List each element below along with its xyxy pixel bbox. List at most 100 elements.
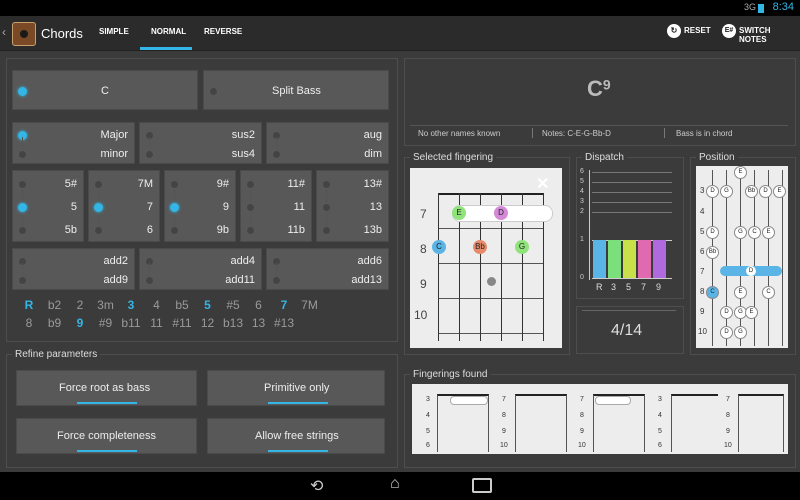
aug-group[interactable]: aug dim: [266, 122, 389, 164]
interval-row-2: 8 b9 9 #9 b11 11 #11 12 b13 13 #13: [18, 316, 295, 330]
selected-fingering-title: Selected fingering: [410, 152, 497, 163]
up-chevron-icon[interactable]: ‹: [2, 25, 6, 39]
fingering-thumb[interactable]: 7 8 9 10: [718, 384, 788, 454]
home-icon[interactable]: ⌂: [390, 475, 400, 493]
interval-sharp5: #5: [226, 298, 240, 312]
fingering-thumb[interactable]: 3 4 5 6: [412, 384, 492, 454]
fretboard[interactable]: [410, 168, 562, 348]
force-completeness-indicator: [77, 450, 137, 452]
close-icon[interactable]: ✕: [536, 174, 549, 194]
radio-13flat[interactable]: [322, 226, 331, 235]
reset-icon[interactable]: ↻: [667, 24, 681, 38]
aug-label: aug: [363, 129, 382, 141]
note-dot-E[interactable]: E: [452, 206, 466, 220]
radio-root[interactable]: [18, 87, 27, 96]
note-dot-G[interactable]: G: [515, 240, 529, 254]
pos-fret-number: 3: [700, 186, 705, 195]
radio-9flat[interactable]: [170, 226, 179, 235]
thirteenth-group[interactable]: 13# 13 13b: [316, 170, 389, 242]
add-group-4-11[interactable]: add4 add11: [139, 248, 262, 290]
sus-group[interactable]: sus2 sus4: [139, 122, 262, 164]
bass-text: Bass is in chord: [676, 129, 733, 138]
battery-icon: [758, 4, 764, 13]
tab-reverse[interactable]: REVERSE: [204, 27, 242, 36]
pos-note-E: E: [734, 286, 747, 299]
radio-13sharp[interactable]: [322, 180, 331, 189]
radio-7[interactable]: [94, 203, 103, 212]
radio-6[interactable]: [94, 226, 103, 235]
radio-9sharp[interactable]: [170, 180, 179, 189]
note-dot-D[interactable]: D: [494, 206, 508, 220]
fingering-thumb[interactable]: 7 8 9 10: [490, 384, 570, 454]
radio-sus4[interactable]: [145, 150, 154, 159]
note-dot-C[interactable]: C: [432, 240, 446, 254]
app-logo-icon[interactable]: [12, 22, 36, 46]
radio-add13[interactable]: [272, 276, 281, 285]
force-root-button[interactable]: Force root as bass: [16, 370, 197, 406]
reset-button[interactable]: RESET: [684, 26, 711, 35]
split-bass-button[interactable]: Split Bass: [203, 70, 389, 110]
gridline: [592, 172, 672, 173]
radio-minor[interactable]: [18, 150, 27, 159]
radio-11sharp[interactable]: [246, 180, 255, 189]
chord-extension: 9: [602, 76, 611, 93]
free-strings-indicator: [268, 450, 328, 452]
force-completeness-label: Force completeness: [57, 430, 157, 442]
pos-note-C: C: [706, 286, 719, 299]
force-completeness-button[interactable]: Force completeness: [16, 418, 197, 454]
dispatch-bar-3: [608, 240, 621, 278]
add-group-2-9[interactable]: add2 add9: [12, 248, 135, 290]
radio-add11[interactable]: [145, 276, 154, 285]
radio-dim[interactable]: [272, 150, 281, 159]
third-group[interactable]: Major minor: [12, 122, 135, 164]
y-axis: [589, 170, 590, 280]
radio-7M[interactable]: [94, 180, 103, 189]
radio-9[interactable]: [170, 203, 179, 212]
note-dot-Bb[interactable]: Bb: [473, 240, 487, 254]
fret-line: [438, 298, 544, 299]
pos-note-G: G: [734, 226, 747, 239]
pos-note-D: D: [720, 326, 733, 339]
radio-add9[interactable]: [18, 276, 27, 285]
dispatch-title: Dispatch: [582, 152, 627, 163]
fret-number: 7: [420, 207, 427, 221]
radio-split-bass[interactable]: [209, 87, 218, 96]
recents-icon[interactable]: [472, 478, 492, 493]
9flat-label: 9b: [216, 224, 229, 236]
dispatch-bar-R: [593, 240, 606, 278]
pos-note-D: D: [759, 185, 772, 198]
thumb-fret: 6: [658, 442, 662, 449]
y-tick-6: 6: [580, 168, 584, 175]
free-strings-button[interactable]: Allow free strings: [207, 418, 385, 454]
radio-5flat[interactable]: [18, 226, 27, 235]
radio-13[interactable]: [322, 203, 331, 212]
interval-b9: b9: [47, 316, 62, 330]
back-icon[interactable]: ⟲: [310, 476, 323, 496]
add-group-6-13[interactable]: add6 add13: [266, 248, 389, 290]
seventh-group[interactable]: 7M 7 6: [88, 170, 160, 242]
radio-11flat[interactable]: [246, 226, 255, 235]
root-button[interactable]: C: [12, 70, 198, 110]
switch-notes-icon[interactable]: E#: [722, 24, 736, 38]
switch-notes-button[interactable]: SWITCH NOTES: [739, 26, 800, 44]
notes-text: Notes: C-E-G-Bb-D: [542, 129, 611, 138]
add2-label: add2: [103, 255, 128, 267]
eleventh-group[interactable]: 11# 11 11b: [240, 170, 312, 242]
primitive-only-button[interactable]: Primitive only: [207, 370, 385, 406]
interval-11: 11: [150, 316, 163, 330]
5sharp-label: 5#: [64, 178, 77, 190]
radio-11[interactable]: [246, 203, 255, 212]
thumb-barre: [595, 396, 631, 405]
pos-fret-number: 10: [698, 327, 707, 336]
pos-note-Bb: Bb: [745, 185, 758, 198]
radio-5[interactable]: [18, 203, 27, 212]
info-separator: [664, 128, 665, 138]
fingering-thumb[interactable]: 7 8 9 10: [568, 384, 648, 454]
tab-simple[interactable]: SIMPLE: [99, 27, 129, 36]
fifth-group[interactable]: 5# 5 5b: [12, 170, 84, 242]
fingering-thumb[interactable]: 3 4 5 6: [646, 384, 726, 454]
radio-5sharp[interactable]: [18, 180, 27, 189]
pos-fret-number: 8: [700, 287, 705, 296]
tab-normal[interactable]: NORMAL: [151, 27, 186, 36]
ninth-group[interactable]: 9# 9 9b: [164, 170, 236, 242]
